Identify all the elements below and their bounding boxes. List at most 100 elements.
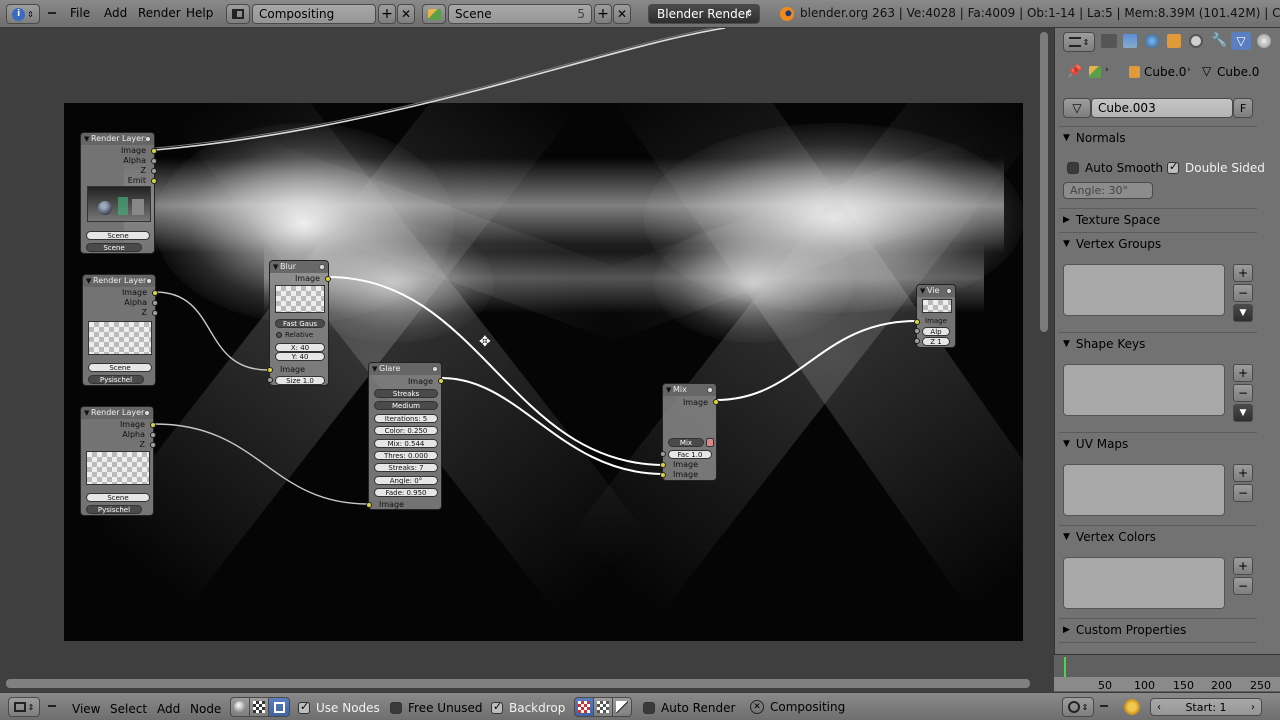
input-image-socket[interactable]: [366, 502, 372, 508]
render-layers-node-3[interactable]: ▼ Render Layers Image Alpha Z Scene Pysis…: [80, 406, 156, 516]
backdrop-color-button[interactable]: [574, 697, 594, 717]
object-tab-icon[interactable]: [1167, 34, 1181, 48]
scene-selector-field[interactable]: Scene: [88, 363, 152, 372]
output-z-socket[interactable]: [151, 168, 157, 174]
output-z-socket[interactable]: [152, 310, 158, 316]
modifiers-wrench-icon[interactable]: 🔧: [1211, 33, 1227, 48]
fake-user-button[interactable]: F: [1233, 98, 1253, 118]
backdrop-color-alpha-button[interactable]: [593, 697, 613, 717]
vertex-groups-panel-header[interactable]: ▼ Vertex Groups: [1063, 234, 1259, 254]
auto-render-checkbox[interactable]: Auto Render: [643, 701, 735, 715]
remove-shape-key-button[interactable]: −: [1233, 384, 1253, 402]
delete-screen-button[interactable]: ✕: [397, 4, 415, 24]
glare-color-field[interactable]: Color: 0.250: [374, 426, 438, 435]
custom-properties-panel-header[interactable]: ▶ Custom Properties: [1063, 620, 1259, 640]
output-image-socket[interactable]: [713, 399, 719, 405]
mix-node[interactable]: ▼ Mix Image Mix Fac 1.0 Image Image: [660, 383, 719, 481]
menu-node[interactable]: Node: [190, 702, 221, 716]
relative-checkbox[interactable]: Relative: [276, 331, 313, 339]
viewer-alpha-field[interactable]: Alp: [922, 327, 950, 336]
mesh-data-tab-icon[interactable]: ▽: [1231, 32, 1251, 50]
vertical-scrollbar[interactable]: [1040, 32, 1048, 332]
collapse-menu-icon[interactable]: [48, 701, 58, 711]
mesh-name-field[interactable]: Cube.003: [1091, 98, 1233, 118]
auto-smooth-angle-field[interactable]: Angle: 30°: [1063, 182, 1153, 199]
compositing-status[interactable]: ✕ Compositing: [750, 697, 1050, 717]
remove-vertex-color-button[interactable]: −: [1233, 577, 1253, 595]
output-alpha-socket[interactable]: [151, 158, 157, 164]
render-layers-node-2[interactable]: ▼ Render Layer Image Alpha Z Scene Pysisc…: [82, 274, 158, 386]
uv-maps-panel-header[interactable]: ▼ UV Maps: [1063, 434, 1259, 454]
add-scene-button[interactable]: +: [594, 4, 612, 24]
layer-selector-field[interactable]: Pysischel: [86, 505, 142, 514]
keyframe-icon[interactable]: [1124, 699, 1140, 715]
mix-factor-field[interactable]: Fac 1.0: [668, 450, 712, 459]
timeline-editor[interactable]: 50 100 150 200 250: [1054, 654, 1280, 692]
vertex-groups-list[interactable]: [1063, 264, 1225, 316]
texture-nodes-button[interactable]: [249, 697, 269, 717]
delete-scene-button[interactable]: ✕: [613, 4, 631, 24]
add-vertex-color-button[interactable]: +: [1233, 557, 1253, 575]
input-fac-socket[interactable]: [660, 451, 666, 457]
info-editor-type-button[interactable]: i ⇕: [6, 4, 40, 24]
scene-selector-field[interactable]: Scene: [86, 493, 150, 502]
render-tab-icon[interactable]: [1101, 34, 1117, 48]
shape-keys-panel-header[interactable]: ▼ Shape Keys: [1063, 334, 1259, 354]
mix-blend-mode-dropdown[interactable]: Mix: [668, 438, 704, 447]
menu-select[interactable]: Select: [110, 702, 147, 716]
scene-selector[interactable]: [422, 4, 446, 24]
output-image-socket[interactable]: [151, 148, 157, 154]
input-size-socket[interactable]: [267, 377, 273, 383]
chevron-right-icon[interactable]: ›: [1251, 702, 1255, 713]
output-alpha-socket[interactable]: [150, 432, 156, 438]
output-alpha-socket[interactable]: [152, 300, 158, 306]
menu-render[interactable]: Render: [138, 6, 181, 20]
blur-size-field[interactable]: Size 1.0: [275, 376, 325, 385]
auto-smooth-checkbox[interactable]: Auto Smooth: [1067, 161, 1163, 175]
menu-add[interactable]: Add: [104, 6, 127, 20]
shader-nodes-button[interactable]: [230, 697, 250, 717]
scene-name-field[interactable]: Scene 5: [448, 4, 592, 24]
scene-selector-field[interactable]: Scene: [86, 231, 150, 240]
add-shape-key-button[interactable]: +: [1233, 364, 1253, 382]
render-layers-node-1[interactable]: ▼ Render Layers Image Alpha Z Emit Scene …: [80, 132, 157, 254]
output-z-socket[interactable]: [150, 442, 156, 448]
breadcrumb-mesh[interactable]: Cube.0: [1217, 65, 1259, 79]
texture-space-panel-header[interactable]: ▶ Texture Space: [1063, 210, 1259, 230]
shape-key-specials-button[interactable]: ▼: [1233, 404, 1253, 422]
horizontal-scrollbar[interactable]: [6, 679, 1030, 688]
double-sided-checkbox[interactable]: Double Sided: [1167, 160, 1265, 175]
blur-x-field[interactable]: X: 40: [275, 343, 325, 352]
collapse-menu-icon[interactable]: [1100, 701, 1110, 711]
breadcrumb-object[interactable]: Cube.0: [1144, 65, 1186, 79]
backdrop-alpha-only-button[interactable]: [612, 697, 632, 717]
screen-layout-selector[interactable]: [226, 4, 250, 24]
glare-type-dropdown[interactable]: Streaks: [374, 389, 438, 398]
output-image-socket[interactable]: [152, 290, 158, 296]
free-unused-checkbox[interactable]: Free Unused: [390, 701, 483, 715]
mesh-browse-button[interactable]: ▽: [1063, 98, 1091, 118]
glare-threshold-field[interactable]: Thres: 0.000: [374, 451, 438, 460]
input-image-socket[interactable]: [914, 319, 920, 325]
add-vertex-group-button[interactable]: +: [1233, 264, 1253, 282]
glare-node[interactable]: ▼ Glare Image Streaks Medium Iterations: …: [366, 362, 444, 510]
glare-fade-field[interactable]: Fade: 0.950: [374, 488, 438, 497]
screen-layout-field[interactable]: Compositing: [252, 4, 376, 24]
compositing-nodes-button[interactable]: [268, 697, 290, 717]
backdrop-checkbox[interactable]: Backdrop: [491, 700, 565, 715]
blur-node[interactable]: ▼ Blur Image Fast Gaus Relative X: 40 Y: …: [267, 260, 331, 386]
start-frame-field[interactable]: ‹ Start: 1 ›: [1150, 698, 1262, 716]
menu-add[interactable]: Add: [157, 702, 180, 716]
viewer-z-field[interactable]: Z 1: [922, 337, 950, 346]
glare-quality-dropdown[interactable]: Medium: [374, 401, 438, 410]
render-layers-tab-icon[interactable]: [1123, 34, 1137, 48]
menu-file[interactable]: File: [70, 6, 90, 20]
layer-selector-field[interactable]: Scene: [86, 243, 142, 252]
constraints-tab-icon[interactable]: [1189, 34, 1203, 48]
glare-angle-field[interactable]: Angle: 0°: [374, 476, 438, 485]
remove-uv-map-button[interactable]: −: [1233, 484, 1253, 502]
menu-help[interactable]: Help: [186, 6, 213, 20]
input-z-socket[interactable]: [914, 338, 920, 344]
glare-mix-field[interactable]: Mix: 0.544: [374, 439, 438, 448]
timeline-editor-type-button[interactable]: ⇕: [1062, 697, 1094, 717]
